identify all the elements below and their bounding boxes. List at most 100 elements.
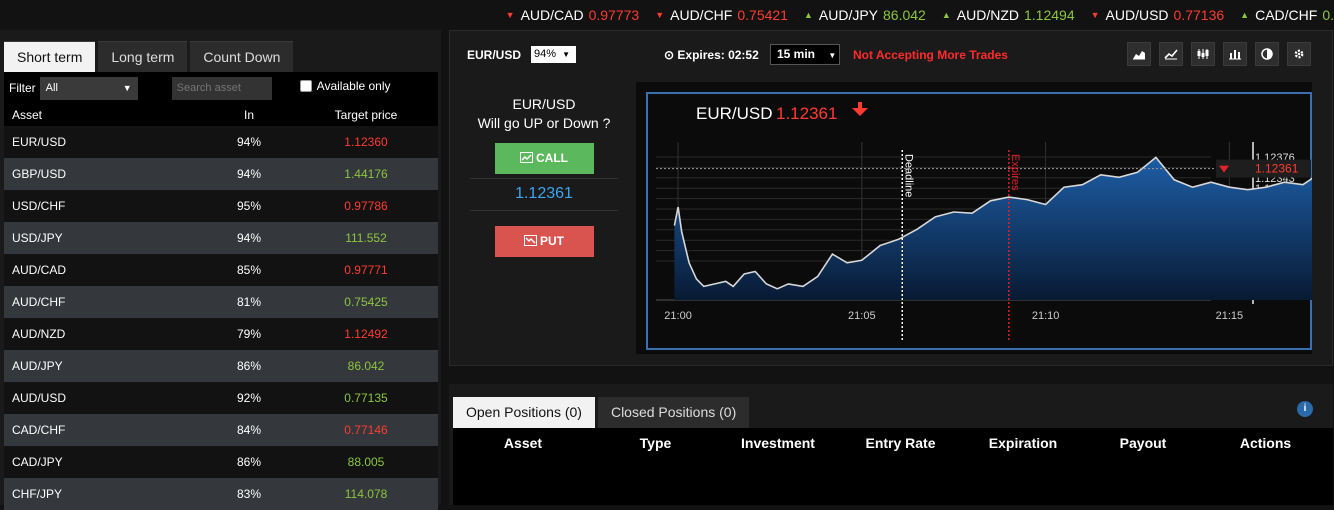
filter-select[interactable]: All ▼ (39, 76, 138, 100)
question-pair: EUR/USD (512, 96, 576, 112)
up-arrow-icon: ▲ (803, 10, 813, 20)
expires-countdown: ⊙ Expires: 02:52 (664, 48, 759, 62)
ticker-value: 0.97773 (588, 7, 640, 23)
ticker-item[interactable]: ▲ AUD/NZD 1.12494 (942, 7, 1075, 23)
asset-payout: 95% (236, 199, 262, 213)
asset-row[interactable]: AUD/CHF 81% 0.75425 (4, 286, 438, 318)
available-only-toggle[interactable]: Available only (299, 79, 391, 93)
header-target-price: Target price (334, 108, 398, 122)
positions-col-expiration: Expiration (988, 435, 1058, 451)
ticker-value: 1.12494 (1024, 7, 1075, 23)
question-text: Will go UP or Down ? (477, 115, 611, 131)
trade-toolbar: EUR/USD 94% ▼ ⊙ Expires: 02:52 15 min ▼ … (450, 39, 1334, 69)
asset-name: USD/CHF (12, 199, 66, 213)
settings-button[interactable] (1287, 42, 1311, 66)
ticker-item[interactable]: ▲ CAD/CHF 0. (1240, 7, 1334, 23)
asset-row[interactable]: CAD/CHF 84% 0.77146 (4, 414, 438, 446)
filter-bar: Filter All ▼ Available only (4, 72, 438, 104)
asset-payout: 85% (236, 263, 262, 277)
tab-long-term[interactable]: Long term (98, 41, 188, 72)
tab-closed-positions[interactable]: Closed Positions (0) (597, 397, 750, 428)
line-chart-button[interactable] (1159, 42, 1183, 66)
ticker-symbol: AUD/JPY (818, 7, 879, 23)
payout-select[interactable]: 94% ▼ (531, 46, 576, 63)
asset-target-price: 1.44176 (344, 167, 388, 181)
positions-tabs: Open Positions (0) Closed Positions (0) (453, 397, 752, 428)
deadline-label: Deadline (902, 154, 914, 197)
asset-target-price: 0.97771 (344, 263, 388, 277)
filter-value: All (45, 82, 58, 94)
search-asset-input[interactable] (171, 76, 272, 100)
header-asset: Asset (12, 108, 43, 122)
chart-pair-label: EUR/USD (696, 104, 773, 123)
ticker-item[interactable]: ▼ AUD/CHF 0.75421 (655, 7, 788, 23)
asset-name: EUR/USD (12, 135, 67, 149)
asset-name: GBP/USD (12, 167, 67, 181)
ticker-value: 86.042 (883, 7, 926, 23)
asset-target-price: 0.77135 (344, 391, 388, 405)
positions-col-type: Type (639, 435, 672, 451)
asset-row[interactable]: AUD/JPY 86% 86.042 (4, 350, 438, 382)
asset-name: AUD/NZD (12, 327, 66, 341)
asset-row[interactable]: CHF/JPY 83% 114.078 (4, 478, 438, 510)
info-icon[interactable]: i (1297, 401, 1313, 417)
tab-short-term[interactable]: Short term (4, 41, 96, 72)
period-select[interactable]: 15 min ▼ (770, 44, 840, 65)
asset-target-price: 88.005 (347, 455, 385, 469)
asset-payout: 86% (236, 359, 262, 373)
price-chart[interactable]: 21:0021:0521:1021:1521:2021:2521:3021:35… (636, 82, 1312, 354)
tab-open-positions[interactable]: Open Positions (0) (453, 397, 595, 428)
contrast-button[interactable] (1255, 42, 1279, 66)
positions-table-header: Asset Type Investment Entry Rate Expiration P… (453, 428, 1333, 458)
ticker-value: 0.75421 (737, 7, 788, 23)
down-arrow-icon: ▼ (655, 10, 665, 20)
asset-row[interactable]: USD/CHF 95% 0.97786 (4, 190, 438, 222)
positions-col-asset: Asset (503, 435, 543, 451)
contrast-icon (1261, 48, 1273, 60)
chart-current-price: 1.12361 (776, 104, 837, 123)
x-tick-label: 21:05 (848, 310, 876, 322)
x-tick-label: 21:00 (664, 310, 692, 322)
call-button[interactable]: CALL (494, 143, 594, 174)
trade-panel: EUR/USD 94% ▼ ⊙ Expires: 02:52 15 min ▼ … (449, 30, 1333, 366)
tab-count-down[interactable]: Count Down (190, 41, 294, 72)
asset-list-panel: Short term Long term Count Down Filter A… (0, 30, 441, 510)
bar-chart-icon (1229, 50, 1241, 60)
put-button[interactable]: PUT (494, 226, 594, 257)
asset-name: AUD/JPY (12, 359, 63, 373)
ticker-item[interactable]: ▼ AUD/CAD 0.97773 (506, 7, 640, 23)
asset-row[interactable]: AUD/CAD 85% 0.97771 (4, 254, 438, 286)
ticker-symbol: AUD/USD (1105, 7, 1169, 23)
bar-chart-button[interactable] (1223, 42, 1247, 66)
asset-row[interactable]: AUD/NZD 79% 1.12492 (4, 318, 438, 350)
available-only-checkbox[interactable] (299, 80, 312, 92)
price-chart-svg: 21:0021:0521:1021:1521:2021:2521:3021:35… (646, 92, 1312, 350)
asset-table: Asset In Target price EUR/USD 94% 1.12360 G… (4, 104, 438, 510)
asset-row[interactable]: USD/JPY 94% 111.552 (4, 222, 438, 254)
asset-payout: 79% (236, 327, 262, 341)
ticker-symbol: AUD/NZD (956, 7, 1019, 23)
ticker-item[interactable]: ▼ AUD/USD 0.77136 (1091, 7, 1225, 23)
asset-payout: 81% (236, 295, 262, 309)
header-in: In (243, 108, 254, 122)
ticker-item[interactable]: ▲ AUD/JPY 86.042 (804, 7, 926, 23)
trade-action-box: EUR/USD Will go UP or Down ? CALL 1.1236… (470, 96, 618, 257)
area-chart-button[interactable] (1127, 42, 1151, 66)
asset-table-header: Asset In Target price (4, 104, 438, 126)
positions-col-entry-rate: Entry Rate (865, 435, 936, 451)
asset-target-price: 0.77146 (344, 423, 388, 437)
ticker-symbol: CAD/CHF (1255, 7, 1318, 23)
x-tick-label: 21:10 (1032, 310, 1060, 322)
candles-button[interactable] (1191, 42, 1215, 66)
asset-name: AUD/CHF (12, 295, 66, 309)
line-chart-icon (1164, 49, 1178, 60)
asset-row[interactable]: CAD/JPY 86% 88.005 (4, 446, 438, 478)
dropdown-arrow-icon: ▼ (828, 51, 837, 60)
asset-row[interactable]: AUD/USD 92% 0.77135 (4, 382, 438, 414)
down-arrow-icon (852, 102, 868, 116)
price-ticker: ▼ AUD/CAD 0.97773 ▼ AUD/CHF 0.75421 ▲ AUD/JPY 86… (0, 0, 1334, 30)
asset-row[interactable]: EUR/USD 94% 1.12360 (4, 126, 438, 158)
chart-tools (1119, 42, 1311, 66)
asset-row[interactable]: GBP/USD 94% 1.44176 (4, 158, 438, 190)
down-arrow-icon: ▼ (505, 10, 515, 20)
